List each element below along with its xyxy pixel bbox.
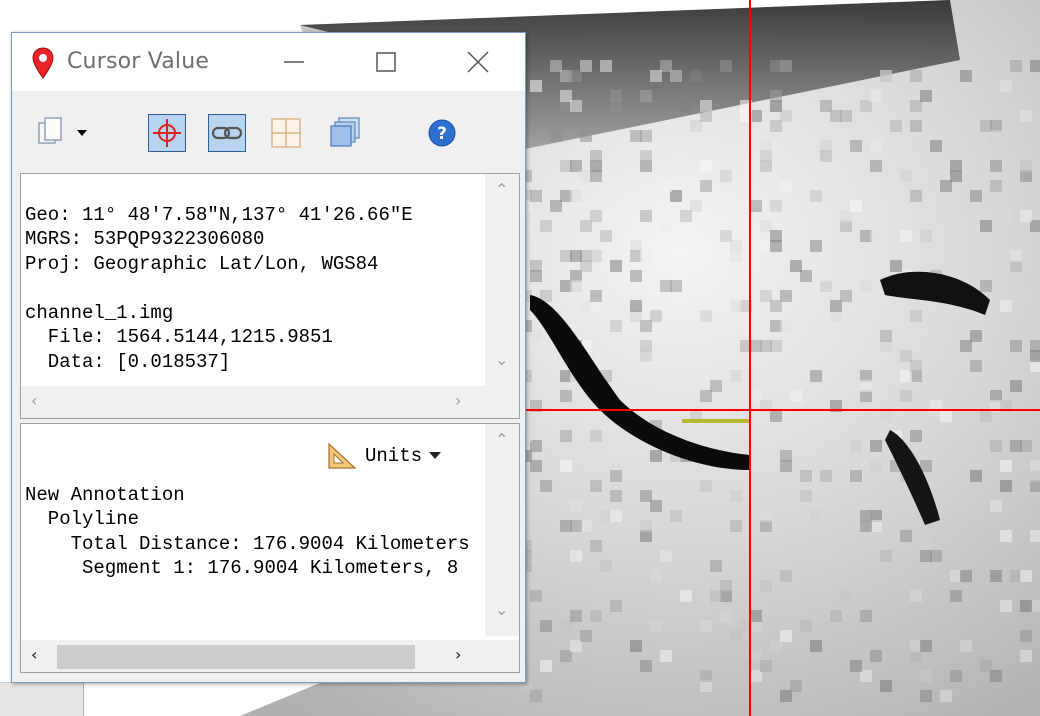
minimize-icon <box>284 61 304 63</box>
scroll-right-icon[interactable]: › <box>455 391 461 410</box>
layers-icon <box>330 117 360 147</box>
link-toggle[interactable] <box>208 114 246 152</box>
layer-name: channel_1.img <box>25 301 174 324</box>
data-value: Data: [0.018537] <box>25 350 231 373</box>
toolbar: ? <box>12 91 525 173</box>
annotation-text: New Annotation Polyline Total Distance: … <box>25 458 475 581</box>
minimize-button[interactable] <box>271 45 317 79</box>
help-icon: ? <box>428 119 456 147</box>
window-title: Cursor Value <box>67 49 210 74</box>
scroll-thumb[interactable] <box>57 645 415 669</box>
maximize-icon <box>376 52 396 72</box>
annotation-type: Polyline <box>25 508 140 530</box>
mgrs-line: MGRS: 53PQP9322306080 <box>25 228 265 250</box>
scroll-left-icon[interactable]: ‹ <box>31 391 37 410</box>
file-coords: File: 1564.5144,1215.9851 <box>25 326 333 348</box>
scroll-down-icon[interactable]: ⌄ <box>495 600 508 619</box>
geo-line: Geo: 11° 48′7.58″N,137° 41′26.66″E <box>25 203 413 226</box>
grid-icon <box>271 118 301 148</box>
scroll-up-icon[interactable]: ⌃ <box>495 430 508 449</box>
scroll-left-icon[interactable]: ‹ <box>31 645 37 664</box>
layers-button[interactable] <box>326 113 366 153</box>
vertical-scrollbar[interactable]: ⌃ ⌄ <box>485 174 519 386</box>
crosshair-icon <box>153 119 181 147</box>
map-pin-icon <box>32 47 54 79</box>
svg-text:?: ? <box>437 124 447 144</box>
horizontal-scrollbar[interactable]: ‹ › <box>21 386 519 418</box>
proj-line: Proj: Geographic Lat/Lon, WGS84 <box>25 252 379 275</box>
copy-dropdown-icon <box>38 117 87 144</box>
background-window-edge <box>0 682 84 716</box>
annotation-title: New Annotation <box>25 483 185 506</box>
grid-button[interactable] <box>266 113 306 153</box>
cursor-value-window[interactable]: Cursor Value ? Geo: 11° 48′7.58″N,137° 4… <box>11 32 526 683</box>
help-button[interactable]: ? <box>422 113 462 153</box>
scroll-up-icon[interactable]: ⌃ <box>495 180 508 199</box>
scroll-down-icon[interactable]: ⌄ <box>495 350 508 369</box>
crosshair-toggle[interactable] <box>148 114 186 152</box>
cursor-info-text: Geo: 11° 48′7.58″N,137° 41′26.66″E MGRS:… <box>25 178 483 374</box>
total-distance: Total Distance: 176.9004 Kilometers <box>25 532 470 555</box>
maximize-button[interactable] <box>363 45 409 79</box>
copy-button[interactable] <box>34 113 96 153</box>
link-icon <box>211 126 243 140</box>
scroll-right-icon[interactable]: › <box>455 645 461 664</box>
title-bar[interactable]: Cursor Value <box>12 33 525 91</box>
cursor-info-pane[interactable]: Geo: 11° 48′7.58″N,137° 41′26.66″E MGRS:… <box>20 173 520 419</box>
close-button[interactable] <box>455 45 501 79</box>
annotation-pane[interactable]: Units New Annotation Polyline Total Dist… <box>20 423 520 673</box>
horizontal-scrollbar-2[interactable]: ‹ › <box>21 640 519 672</box>
segment-distance: Segment 1: 176.9004 Kilometers, 8 <box>25 557 459 579</box>
close-icon <box>467 51 489 73</box>
vertical-scrollbar-2[interactable]: ⌃ ⌄ <box>485 424 519 636</box>
